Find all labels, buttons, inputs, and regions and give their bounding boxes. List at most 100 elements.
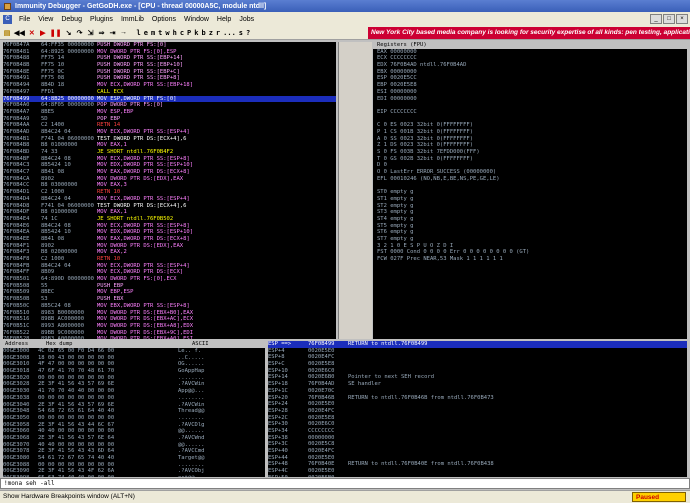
stack-row[interactable]: ESP+24 0020E5E0 (268, 401, 687, 408)
disasm-row[interactable]: 76F0B509 8BEC MOV EBP,ESP (3, 289, 336, 296)
dump-row[interactable]: 00GE3028 2E 3F 41 56 43 57 69 6E .?AVCWin (3, 381, 265, 388)
register-line[interactable]: O 0 LastErr ERROR_SUCCESS (00000000) (373, 169, 687, 176)
stack-row[interactable]: ESP+C 0020E5E8 (268, 361, 687, 368)
register-line[interactable]: ST3 empty g (373, 209, 687, 216)
dump-row[interactable]: 00GE3038 00 00 00 00 00 00 00 00........ (3, 395, 265, 402)
register-line[interactable]: C 0 ES 0023 32bit 0(FFFFFFFF) (373, 122, 687, 129)
register-line[interactable]: ST5 empty g (373, 223, 687, 230)
stack-row[interactable]: ESP+38 00000000 (268, 435, 687, 442)
register-line[interactable]: ESP 0020E5CC (373, 75, 687, 82)
register-line[interactable]: EIP CCCCCCCC (373, 109, 687, 116)
menu-plugins[interactable]: Plugins (90, 16, 113, 23)
register-line[interactable]: EBP 0020E5E8 (373, 82, 687, 89)
toolbar-window-button[interactable]: h (173, 29, 177, 37)
disasm-row[interactable]: 76F0B48B FF75 10 PUSH DWORD PTR SS:[EBP+10… (3, 62, 336, 69)
disasm-row[interactable]: 76F0B501 64:890D 00000000 MOV DWORD PTR FS… (3, 276, 336, 283)
register-line[interactable]: Z 1 DS 0023 32bit 0(FFFFFFFF) (373, 142, 687, 149)
trace-into-icon[interactable]: ⇲ (87, 29, 95, 37)
dump-row[interactable]: 00GE3078 2E 3F 41 56 43 43 6D 64 .?AVCCmd (3, 448, 265, 455)
register-line[interactable]: A 0 SS 0023 32bit 0(FFFFFFFF) (373, 136, 687, 143)
dump-row[interactable]: 00GE3050 00 00 00 00 00 00 00 00........ (3, 415, 265, 422)
disasm-row[interactable]: 76F0B4E6 8B4C24 08 MOV ECX,DWORD PTR SS:[E… (3, 223, 336, 230)
register-line[interactable] (373, 116, 687, 123)
open-icon[interactable]: ▤ (3, 29, 11, 37)
trace-over-icon[interactable]: ⇒ (98, 29, 106, 37)
dump-row[interactable]: 00GE3060 40 40 00 00 00 00 00 00 @@...... (3, 428, 265, 435)
stack-row[interactable]: ESP+40 0020E4FC (268, 448, 687, 455)
stack-row[interactable]: ESP+14 0020E6B0 Pointer to next SEH record (268, 374, 687, 381)
command-input[interactable]: !mona seh -all (0, 478, 690, 489)
maximize-button[interactable]: □ (663, 14, 675, 24)
registers-pane[interactable]: Registers (FPU) EAX 00000000 ECX CCCCCCCC E… (373, 42, 687, 339)
disasm-row[interactable]: 76F0B508 55 PUSH EBP (3, 283, 336, 290)
dump-row[interactable]: 00GE3030 41 70 70 40 40 00 00 00 App@@... (3, 388, 265, 395)
menu-window[interactable]: Window (184, 16, 209, 23)
disassembly-pane[interactable]: 76F0B47A 64:FF35 00000000 PUSH DWORD PTR F… (3, 42, 336, 339)
register-line[interactable]: P 1 CS 001B 32bit 0(FFFFFFFF) (373, 129, 687, 136)
dump-row[interactable]: 00GE3040 2E 3F 41 56 43 57 69 6E .?AVCWin (3, 402, 265, 409)
stack-row[interactable]: ESP+3C 0020E5C8 (268, 441, 687, 448)
dump-row[interactable]: 00GE3080 54 61 72 67 65 74 40 40 Target@@ (3, 455, 265, 462)
disasm-row[interactable]: 76F0B50C 8B5C24 08 MOV EBX,DWORD PTR SS:[E… (3, 303, 336, 310)
menu-view[interactable]: View (38, 16, 53, 23)
pause-icon[interactable]: ❚❚ (50, 29, 62, 37)
disasm-row[interactable]: 76F0B4AA C2 1400 RETN 14 (3, 122, 336, 129)
register-line[interactable] (373, 102, 687, 109)
toolbar-window-button[interactable]: z (209, 29, 213, 37)
toolbar-window-button[interactable]: s (239, 29, 243, 37)
menu-debug[interactable]: Debug (61, 16, 82, 23)
dump-row[interactable]: 00GE3068 2E 3F 41 56 43 57 6E 64 .?AVCWnd (3, 435, 265, 442)
dump-row[interactable]: 00GE3090 2E 3F 41 56 43 4F 62 6A .?AVCObj (3, 468, 265, 475)
stack-row[interactable]: ESP+4 0020E5E0 (268, 348, 687, 355)
disasm-row[interactable]: 76F0B4C7 8B41 08 MOV EAX,DWORD PTR DS:[ECX… (3, 169, 336, 176)
disasm-row[interactable]: 76F0B4BF 8B4C24 08 MOV ECX,DWORD PTR SS:[E… (3, 156, 336, 163)
disasm-row[interactable]: 76F0B481 64:8925 00000000 MOV DWORD PTR FS… (3, 49, 336, 56)
disasm-row[interactable]: 76F0B52889B3 A0000000MOV DWORD PTR DS:[E… (3, 336, 336, 339)
disasm-row[interactable]: 76F0B4D1 C2 1000 RETN 10 (3, 189, 336, 196)
register-line[interactable]: T 0 GS 002B 32bit 0(FFFFFFFF) (373, 156, 687, 163)
disasm-row[interactable]: 76F0B510 8983 B0000000 MOV DWORD PTR DS:[E… (3, 310, 336, 317)
disasm-row[interactable]: 76F0B522 89BB 9C000000 MOV DWORD PTR DS:[E… (3, 330, 336, 337)
register-line[interactable] (373, 182, 687, 189)
register-line[interactable]: ST6 empty g (373, 229, 687, 236)
disasm-row[interactable]: 76F0B497 FFD1 CALL ECX (3, 89, 336, 96)
register-line[interactable]: EAX 00000000 (373, 49, 687, 56)
disasm-row[interactable]: 76F0B4BD 74 33 JE SHORT ntdll.76F0B4F2 (3, 149, 336, 156)
minimize-button[interactable]: _ (650, 14, 662, 24)
toolbar-window-button[interactable]: t (158, 29, 162, 37)
register-line[interactable]: ST4 empty g (373, 216, 687, 223)
disasm-row[interactable]: 76F0B4D4 8B4C24 04 MOV ECX,DWORD PTR SS:[E… (3, 196, 336, 203)
stack-row[interactable]: ESP+8 0020E4FC (268, 354, 687, 361)
register-line[interactable]: FST 0000 Cond 0 0 0 0 Err 0 0 0 0 0 0 0 … (373, 249, 687, 256)
disasm-row[interactable]: 76F0B47A 64:FF35 00000000 PUSH DWORD PTR F… (3, 42, 336, 49)
toolbar-window-button[interactable]: e (144, 29, 148, 37)
close-program-icon[interactable]: ✕ (28, 29, 36, 37)
register-line[interactable]: EDX 76F0B4AD ntdll.76F0B4AD (373, 62, 687, 69)
disasm-row[interactable]: 76F0B4F8 C2 1000 RETN 10 (3, 256, 336, 263)
stack-row[interactable]: ESP+44 0020E5E0 (268, 455, 687, 462)
dump-col-hex[interactable]: Hex dump (46, 341, 186, 348)
disasm-row[interactable]: 76F0B48E FF75 0C PUSH DWORD PTR SS:[EBP+C] (3, 69, 336, 76)
dump-row[interactable]: 00GE3018 47 6F 41 70 70 48 61 70 GoAppHap (3, 368, 265, 375)
toolbar-window-button[interactable]: c (180, 29, 184, 37)
disasm-row[interactable]: 76F0B4A0 64:8F05 00000000 POP DWORD PTR FS… (3, 102, 336, 109)
disassembly-scrollbar[interactable] (338, 42, 372, 339)
disasm-row[interactable]: 76F0B4A9 5D POP EBP (3, 116, 336, 123)
register-line[interactable]: ST2 empty g (373, 203, 687, 210)
disasm-row[interactable]: 76F0B4FB 8B4C24 04 MOV ECX,DWORD PTR SS:[E… (3, 263, 336, 270)
register-line[interactable]: EBX 00000000 (373, 69, 687, 76)
menu-options[interactable]: Options (152, 16, 176, 23)
register-line[interactable]: ST0 empty g (373, 189, 687, 196)
stack-pane[interactable]: ESP ==> 76F0B499 RETURN to ntdll.76F0B499 E… (268, 341, 687, 477)
dump-col-ascii[interactable]: ASCII (192, 341, 209, 348)
toolbar-window-button[interactable]: w (165, 29, 169, 37)
dump-row[interactable]: 00GE3010 4F 47 00 00 00 00 00 00 OG...... (3, 361, 265, 368)
dump-row[interactable]: 00GE309865 63 74 40 40 00 00 00ect@@... (3, 475, 265, 477)
toolbar-window-button[interactable]: m (151, 29, 155, 37)
disasm-row[interactable]: 76F0B4C3 8B5424 10 MOV EDX,DWORD PTR SS:[E… (3, 162, 336, 169)
register-line[interactable]: ECX CCCCCCCC (373, 55, 687, 62)
stack-row[interactable]: ESP+2C 0020E5E8 (268, 415, 687, 422)
disasm-row[interactable]: 76F0B4EA 8B5424 10 MOV EDX,DWORD PTR SS:[E… (3, 229, 336, 236)
step-over-icon[interactable]: ↷ (76, 29, 84, 37)
stack-row[interactable]: ESP+48 76F0B40E RETURN to ntdll.76F0B40E f… (268, 461, 687, 468)
